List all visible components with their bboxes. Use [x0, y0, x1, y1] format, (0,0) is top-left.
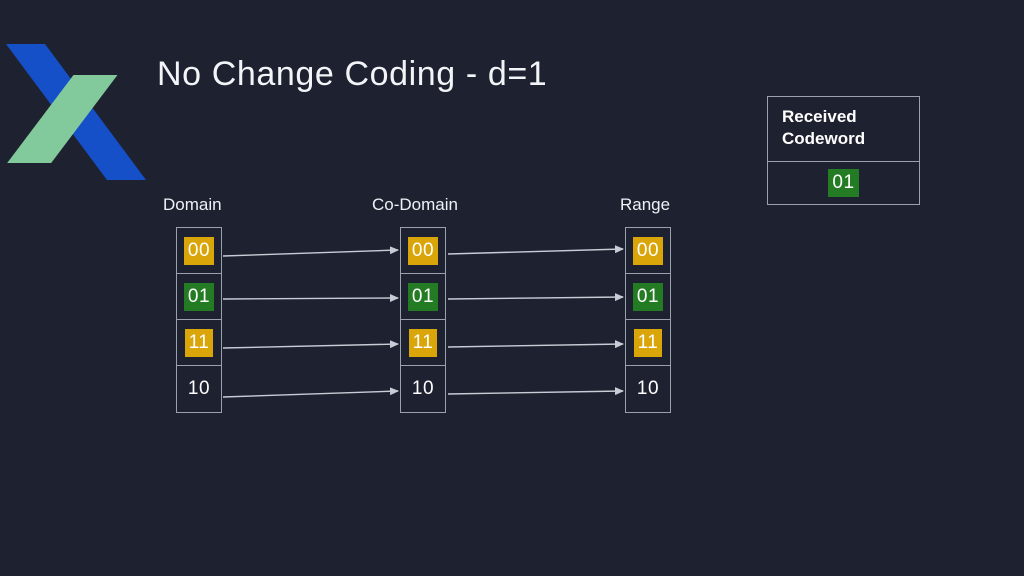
co-domain-value-3: 10	[411, 378, 435, 399]
arrow-domain-to-co-domain-00	[222, 246, 399, 257]
arrow-domain-to-co-domain-01	[222, 294, 399, 303]
arrow-co-domain-to-range-01	[447, 293, 624, 302]
co-domain-cell-0: 00	[401, 228, 445, 274]
co-domain-cell-3: 10	[401, 366, 445, 412]
domain-value-2: 11	[184, 328, 214, 357]
range-value-0: 00	[632, 236, 664, 265]
range-value-2: 11	[633, 328, 663, 357]
range-cell-0: 00	[626, 228, 670, 274]
column-label-co-domain: Co-Domain	[372, 195, 458, 214]
column-label-domain: Domain	[163, 195, 222, 214]
domain-cell-2: 11	[177, 320, 221, 366]
column-co-domain: 00 01 11 10	[400, 227, 446, 413]
domain-cell-1: 01	[177, 274, 221, 320]
co-domain-cell-1: 01	[401, 274, 445, 320]
range-cell-1: 01	[626, 274, 670, 320]
domain-value-3: 10	[187, 378, 211, 399]
arrow-co-domain-to-range-00	[447, 245, 624, 255]
range-value-3: 10	[636, 378, 660, 399]
co-domain-cell-2: 11	[401, 320, 445, 366]
mapping-diagram: Domain Co-Domain Range 00 01 11 10 00 01…	[0, 0, 1024, 576]
domain-value-0: 00	[183, 236, 215, 265]
column-range: 00 01 11 10	[625, 227, 671, 413]
mapping-arrows	[222, 245, 624, 398]
column-domain: 00 01 11 10	[176, 227, 222, 413]
column-label-range: Range	[620, 195, 671, 214]
range-cell-2: 11	[626, 320, 670, 366]
co-domain-value-2: 11	[408, 328, 438, 357]
co-domain-value-0: 00	[407, 236, 439, 265]
arrow-co-domain-to-range-11	[447, 340, 624, 349]
domain-value-1: 01	[183, 282, 215, 311]
domain-cell-0: 00	[177, 228, 221, 274]
domain-cell-3: 10	[177, 366, 221, 412]
range-cell-3: 10	[626, 366, 670, 412]
range-value-1: 01	[632, 282, 664, 311]
arrow-domain-to-co-domain-10	[222, 387, 399, 398]
arrow-co-domain-to-range-10	[447, 387, 624, 396]
co-domain-value-1: 01	[407, 282, 439, 311]
arrow-domain-to-co-domain-11	[222, 340, 399, 349]
